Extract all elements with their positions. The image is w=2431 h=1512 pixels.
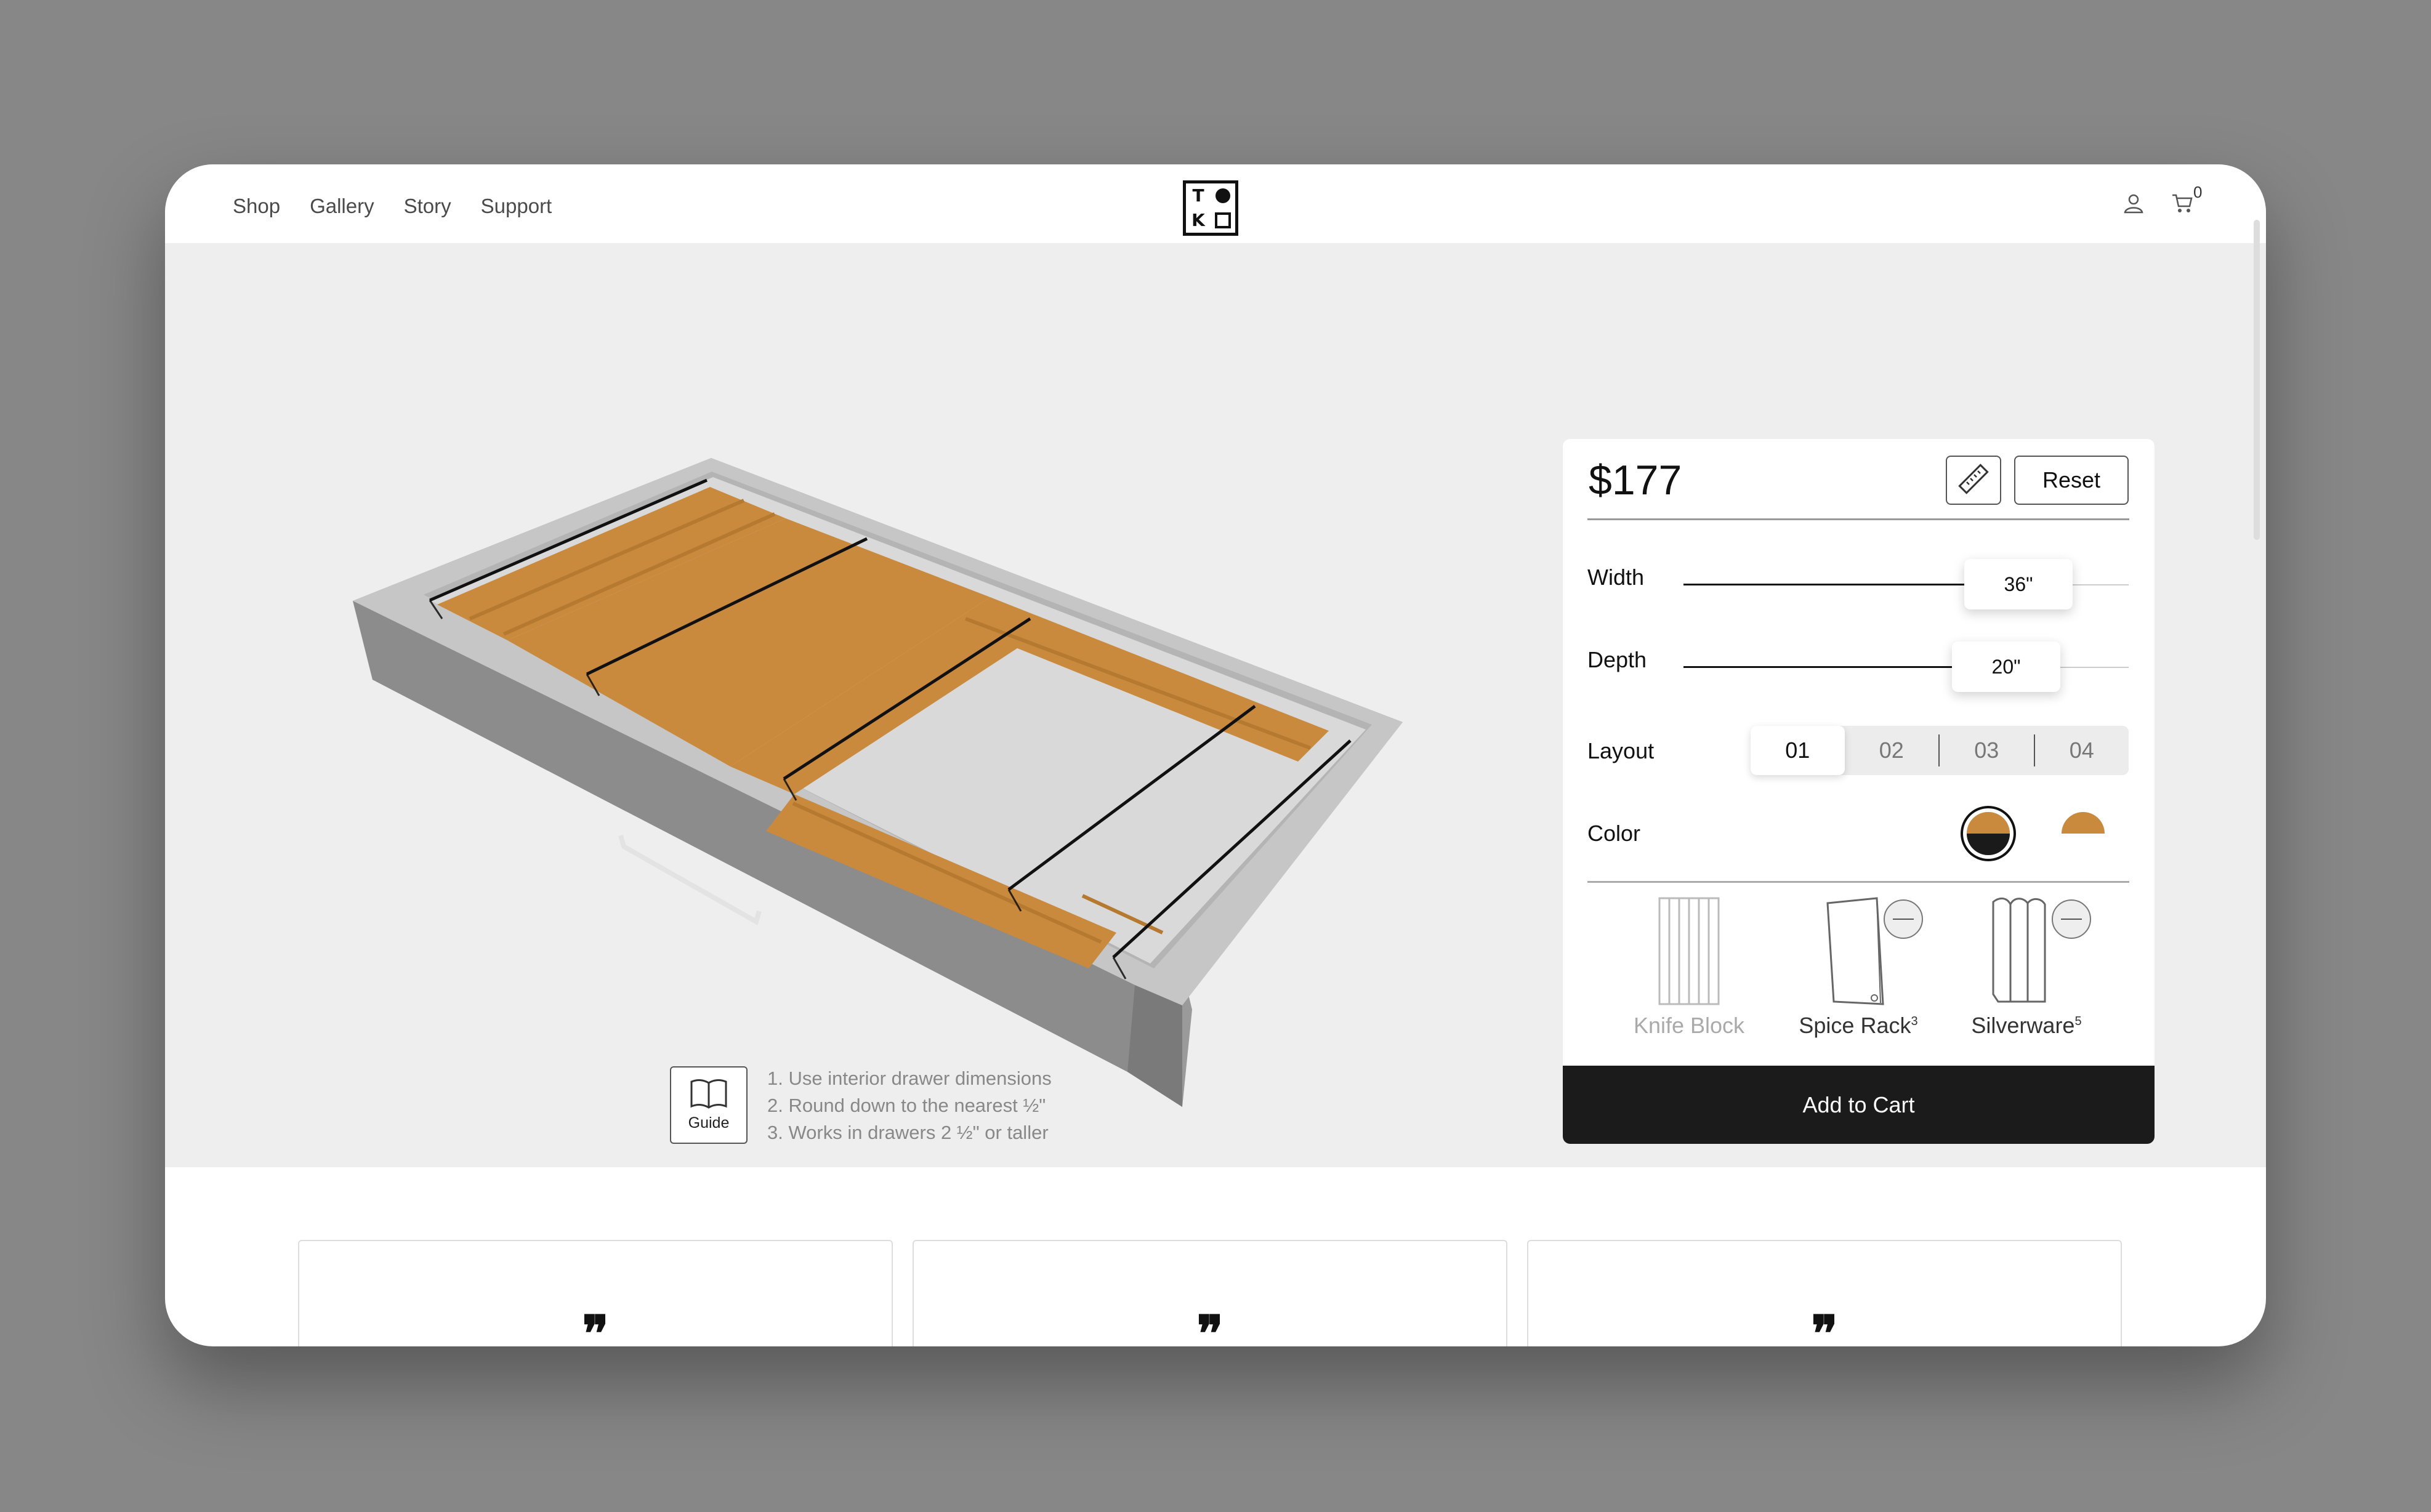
logo-letter-k: K — [1191, 210, 1205, 230]
spice-rack-count: 3 — [1911, 1015, 1918, 1028]
knife-block-name: Knife Block — [1633, 1013, 1745, 1038]
layout-selector: 01 02 03 04 — [1751, 726, 2129, 775]
quote-icon: ❞ — [1811, 1305, 1838, 1346]
site-header: Shop Gallery Story Support T K 0 — [165, 164, 2266, 243]
header-icons: 0 — [2123, 183, 2202, 217]
cart-button[interactable]: 0 — [2171, 183, 2202, 217]
guide-button[interactable]: Guide — [670, 1066, 748, 1144]
quote-icon: ❞ — [582, 1305, 609, 1346]
depth-slider-handle[interactable]: 20" — [1952, 641, 2060, 692]
quote-icon: ❞ — [1196, 1305, 1224, 1346]
depth-track-fill — [1683, 666, 1954, 668]
logo-letter-t: T — [1192, 185, 1204, 206]
book-icon — [689, 1078, 728, 1114]
spice-rack-name: Spice Rack — [1799, 1013, 1911, 1038]
account-icon[interactable] — [2123, 193, 2144, 217]
configurator-panel: $177 Reset Width 36" Depth 20" Layout 01… — [1563, 439, 2155, 1144]
remove-silverware-button[interactable] — [2052, 899, 2091, 939]
width-slider-handle[interactable]: 36" — [1964, 559, 2073, 609]
configurator-stage: Guide 1. Use interior drawer dimensions … — [165, 243, 2266, 1167]
review-card: ❞ — [1527, 1240, 2122, 1346]
add-to-cart-button[interactable]: Add to Cart — [1563, 1066, 2155, 1144]
layout-option-04[interactable]: 04 — [2035, 726, 2129, 775]
guide-label: Guide — [688, 1114, 730, 1132]
width-track-fill — [1683, 584, 1967, 585]
logo-dot — [1216, 188, 1230, 203]
layout-option-03[interactable]: 03 — [1940, 726, 2034, 775]
ruler-icon — [1956, 462, 1991, 499]
cart-icon — [2171, 194, 2193, 216]
color-label: Color — [1587, 821, 1641, 846]
price: $177 — [1589, 457, 1682, 504]
layout-label: Layout — [1587, 738, 1655, 763]
scrollbar[interactable] — [2254, 220, 2260, 540]
logo-square — [1215, 212, 1231, 228]
silverware-count: 5 — [2074, 1015, 2082, 1028]
guide-step: 1. Use interior drawer dimensions — [767, 1068, 1052, 1089]
reset-button[interactable]: Reset — [2014, 456, 2129, 505]
guide-step: 3. Works in drawers 2 ½" or taller — [767, 1122, 1049, 1143]
review-card: ❞ — [298, 1240, 893, 1346]
color-swatch-wood-white[interactable] — [2062, 812, 2105, 855]
knife-block-label: Knife Block — [1615, 1013, 1763, 1039]
layout-option-02[interactable]: 02 — [1845, 726, 1939, 775]
cart-count: 0 — [2193, 183, 2203, 201]
ruler-button[interactable] — [1946, 456, 2001, 505]
review-card: ❞ — [913, 1240, 1507, 1346]
knife-block-icon — [1657, 896, 1721, 1010]
nav-shop[interactable]: Shop — [233, 195, 280, 218]
width-label: Width — [1587, 565, 1645, 590]
silverware-name: Silverware — [1971, 1013, 2075, 1038]
nav-gallery[interactable]: Gallery — [310, 195, 374, 218]
browser-window: Shop Gallery Story Support T K 0 Guide 1… — [165, 164, 2266, 1346]
nav-story[interactable]: Story — [404, 195, 451, 218]
depth-label: Depth — [1587, 647, 1647, 672]
color-swatch-wood-black[interactable] — [1967, 812, 2010, 855]
divider — [1587, 518, 2129, 520]
nav-support[interactable]: Support — [481, 195, 552, 218]
guide-steps: 1. Use interior drawer dimensions 2. Rou… — [767, 1065, 1052, 1146]
divider — [1587, 881, 2129, 883]
main-nav: Shop Gallery Story Support — [233, 164, 552, 248]
spice-rack-label: Spice Rack3 — [1784, 1013, 1932, 1039]
guide-step: 2. Round down to the nearest ½" — [767, 1095, 1046, 1116]
silverware-label: Silverware5 — [1953, 1013, 2100, 1039]
logo[interactable]: T K — [1183, 180, 1238, 236]
drawer-organizer-render[interactable] — [165, 243, 1643, 1167]
remove-spice-rack-button[interactable] — [1884, 899, 1923, 939]
layout-option-01[interactable]: 01 — [1751, 726, 1845, 775]
